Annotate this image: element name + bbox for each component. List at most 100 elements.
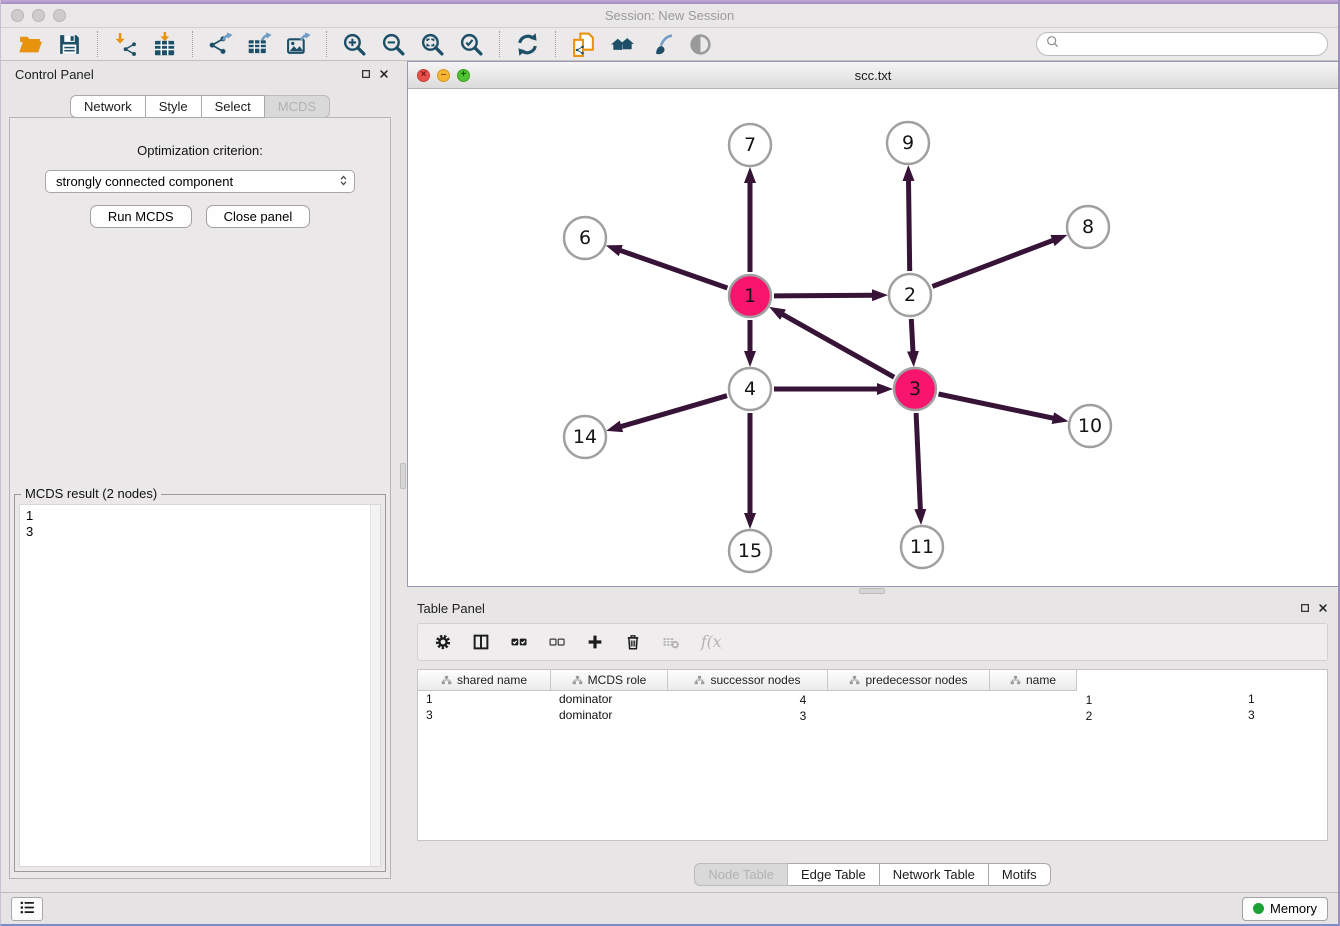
settings-gear-button[interactable] [434,633,452,651]
optimization-criterion-select[interactable]: strongly connected component [45,170,355,193]
zoom-selected-button[interactable] [452,30,491,59]
result-scrollbar[interactable] [370,505,380,866]
apply-style-button[interactable] [642,30,681,59]
graph-edge-2-8[interactable] [932,240,1053,286]
zoom-out-button[interactable] [374,30,413,59]
split-columns-button[interactable] [472,633,490,651]
import-table-icon [152,32,177,57]
refresh-view-icon [515,32,540,57]
graph-edge-3-11[interactable] [916,413,920,510]
tab-mcds[interactable]: MCDS [265,95,330,118]
delete-column-button[interactable] [624,633,642,651]
vertical-splitter[interactable] [399,61,407,892]
horizontal-splitter[interactable] [407,587,1338,595]
memory-button[interactable]: Memory [1242,897,1328,921]
zoom-in-button[interactable] [335,30,374,59]
float-panel-icon[interactable] [361,69,371,79]
graph-node-7[interactable]: 7 [729,124,771,166]
graph-node-10[interactable]: 10 [1069,405,1111,447]
tab-network-table[interactable]: Network Table [880,863,989,886]
select-all-button[interactable] [510,633,528,651]
table-cell[interactable]: 4 [668,691,954,707]
table-cell[interactable]: dominator [551,691,668,707]
zoom-fit-button[interactable] [413,30,452,59]
close-mcds-panel-button[interactable]: Close panel [206,205,311,228]
zoom-view-button[interactable]: + [457,69,470,82]
add-column-button[interactable] [586,633,604,651]
optimization-criterion-label: Optimization criterion: [10,143,390,158]
tab-node-table[interactable]: Node Table [694,863,788,886]
graph-node-8[interactable]: 8 [1067,206,1109,248]
search-input[interactable] [1061,36,1319,53]
splitter-grip[interactable] [400,463,406,489]
open-folder-button[interactable] [11,30,50,59]
table-cell[interactable]: 1 [954,691,1240,707]
tab-motifs[interactable]: Motifs [989,863,1051,886]
graph-node-1[interactable]: 1 [729,275,771,317]
task-history-button[interactable] [11,897,43,921]
export-image-button[interactable] [279,30,318,59]
graph-node-9[interactable]: 9 [887,122,929,164]
result-line: 1 [26,508,374,524]
graph-edge-1-2[interactable] [774,295,873,296]
table-cell[interactable]: 3 [668,707,954,723]
export-table-button[interactable] [240,30,279,59]
mcds-result-text[interactable]: 13 [19,504,381,867]
table-cell[interactable]: 3 [1240,707,1327,723]
home-layout-button[interactable] [603,30,642,59]
window-title: Session: New Session [1,8,1338,23]
table-cell[interactable]: 1 [1240,691,1327,707]
svg-text:2: 2 [904,284,916,306]
close-view-button[interactable]: × [417,69,430,82]
minimize-view-button[interactable]: – [437,69,450,82]
save-session-button[interactable] [50,30,89,59]
export-network-button[interactable] [201,30,240,59]
graph-edge-3-1[interactable] [782,314,894,377]
close-table-panel-icon[interactable] [1318,603,1328,613]
table-cell[interactable]: dominator [551,707,668,723]
refresh-view-button[interactable] [508,30,547,59]
column-header-MCDS-role[interactable]: MCDS role [551,670,668,691]
tab-style[interactable]: Style [146,95,202,118]
graph-edge-4-14[interactable] [621,396,728,427]
search-box[interactable] [1036,32,1328,56]
table-row[interactable]: 1dominator411 [418,691,1327,707]
tab-edge-table[interactable]: Edge Table [788,863,880,886]
export-image-icon [286,32,311,57]
graph-edge-2-3[interactable] [911,319,913,352]
float-table-panel-icon[interactable] [1300,603,1310,613]
import-table-button[interactable] [145,30,184,59]
show-hide-button[interactable] [681,30,720,59]
graph-edge-1-6[interactable] [620,250,728,288]
deselect-all-button[interactable] [548,633,566,651]
splitter-grip[interactable] [859,588,885,594]
tab-network[interactable]: Network [70,95,146,118]
column-header-successor-nodes[interactable]: successor nodes [668,670,828,691]
graph-node-6[interactable]: 6 [564,217,606,259]
close-panel-icon[interactable] [379,69,389,79]
network-canvas[interactable]: 1 2 3 4 6 7 8 9 10 11 14 15 [408,89,1338,586]
graph-edge-3-10[interactable] [939,394,1054,418]
list-icon [19,899,36,919]
import-network-button[interactable] [106,30,145,59]
table-row[interactable]: 3dominator323 [418,707,1327,723]
column-header-predecessor-nodes[interactable]: predecessor nodes [828,670,990,691]
svg-text:15: 15 [738,540,762,562]
graph-node-11[interactable]: 11 [901,526,943,568]
graph-node-4[interactable]: 4 [729,368,771,410]
run-mcds-button[interactable]: Run MCDS [90,205,192,228]
graph-node-15[interactable]: 15 [729,530,771,572]
graph-node-14[interactable]: 14 [564,416,606,458]
mcds-panel: Optimization criterion: strongly connect… [9,117,391,879]
mcds-result-group: MCDS result (2 nodes) 13 [14,494,386,872]
table-cell[interactable]: 3 [418,707,551,723]
column-header-shared-name[interactable]: shared name [418,670,551,691]
table-cell[interactable]: 1 [418,691,551,707]
clone-network-button[interactable] [564,30,603,59]
table-cell[interactable]: 2 [954,707,1240,723]
graph-node-2[interactable]: 2 [889,274,931,316]
graph-node-3[interactable]: 3 [894,368,936,410]
tab-select[interactable]: Select [202,95,265,118]
column-header-name[interactable]: name [990,670,1077,691]
graph-edge-2-9[interactable] [909,180,910,271]
